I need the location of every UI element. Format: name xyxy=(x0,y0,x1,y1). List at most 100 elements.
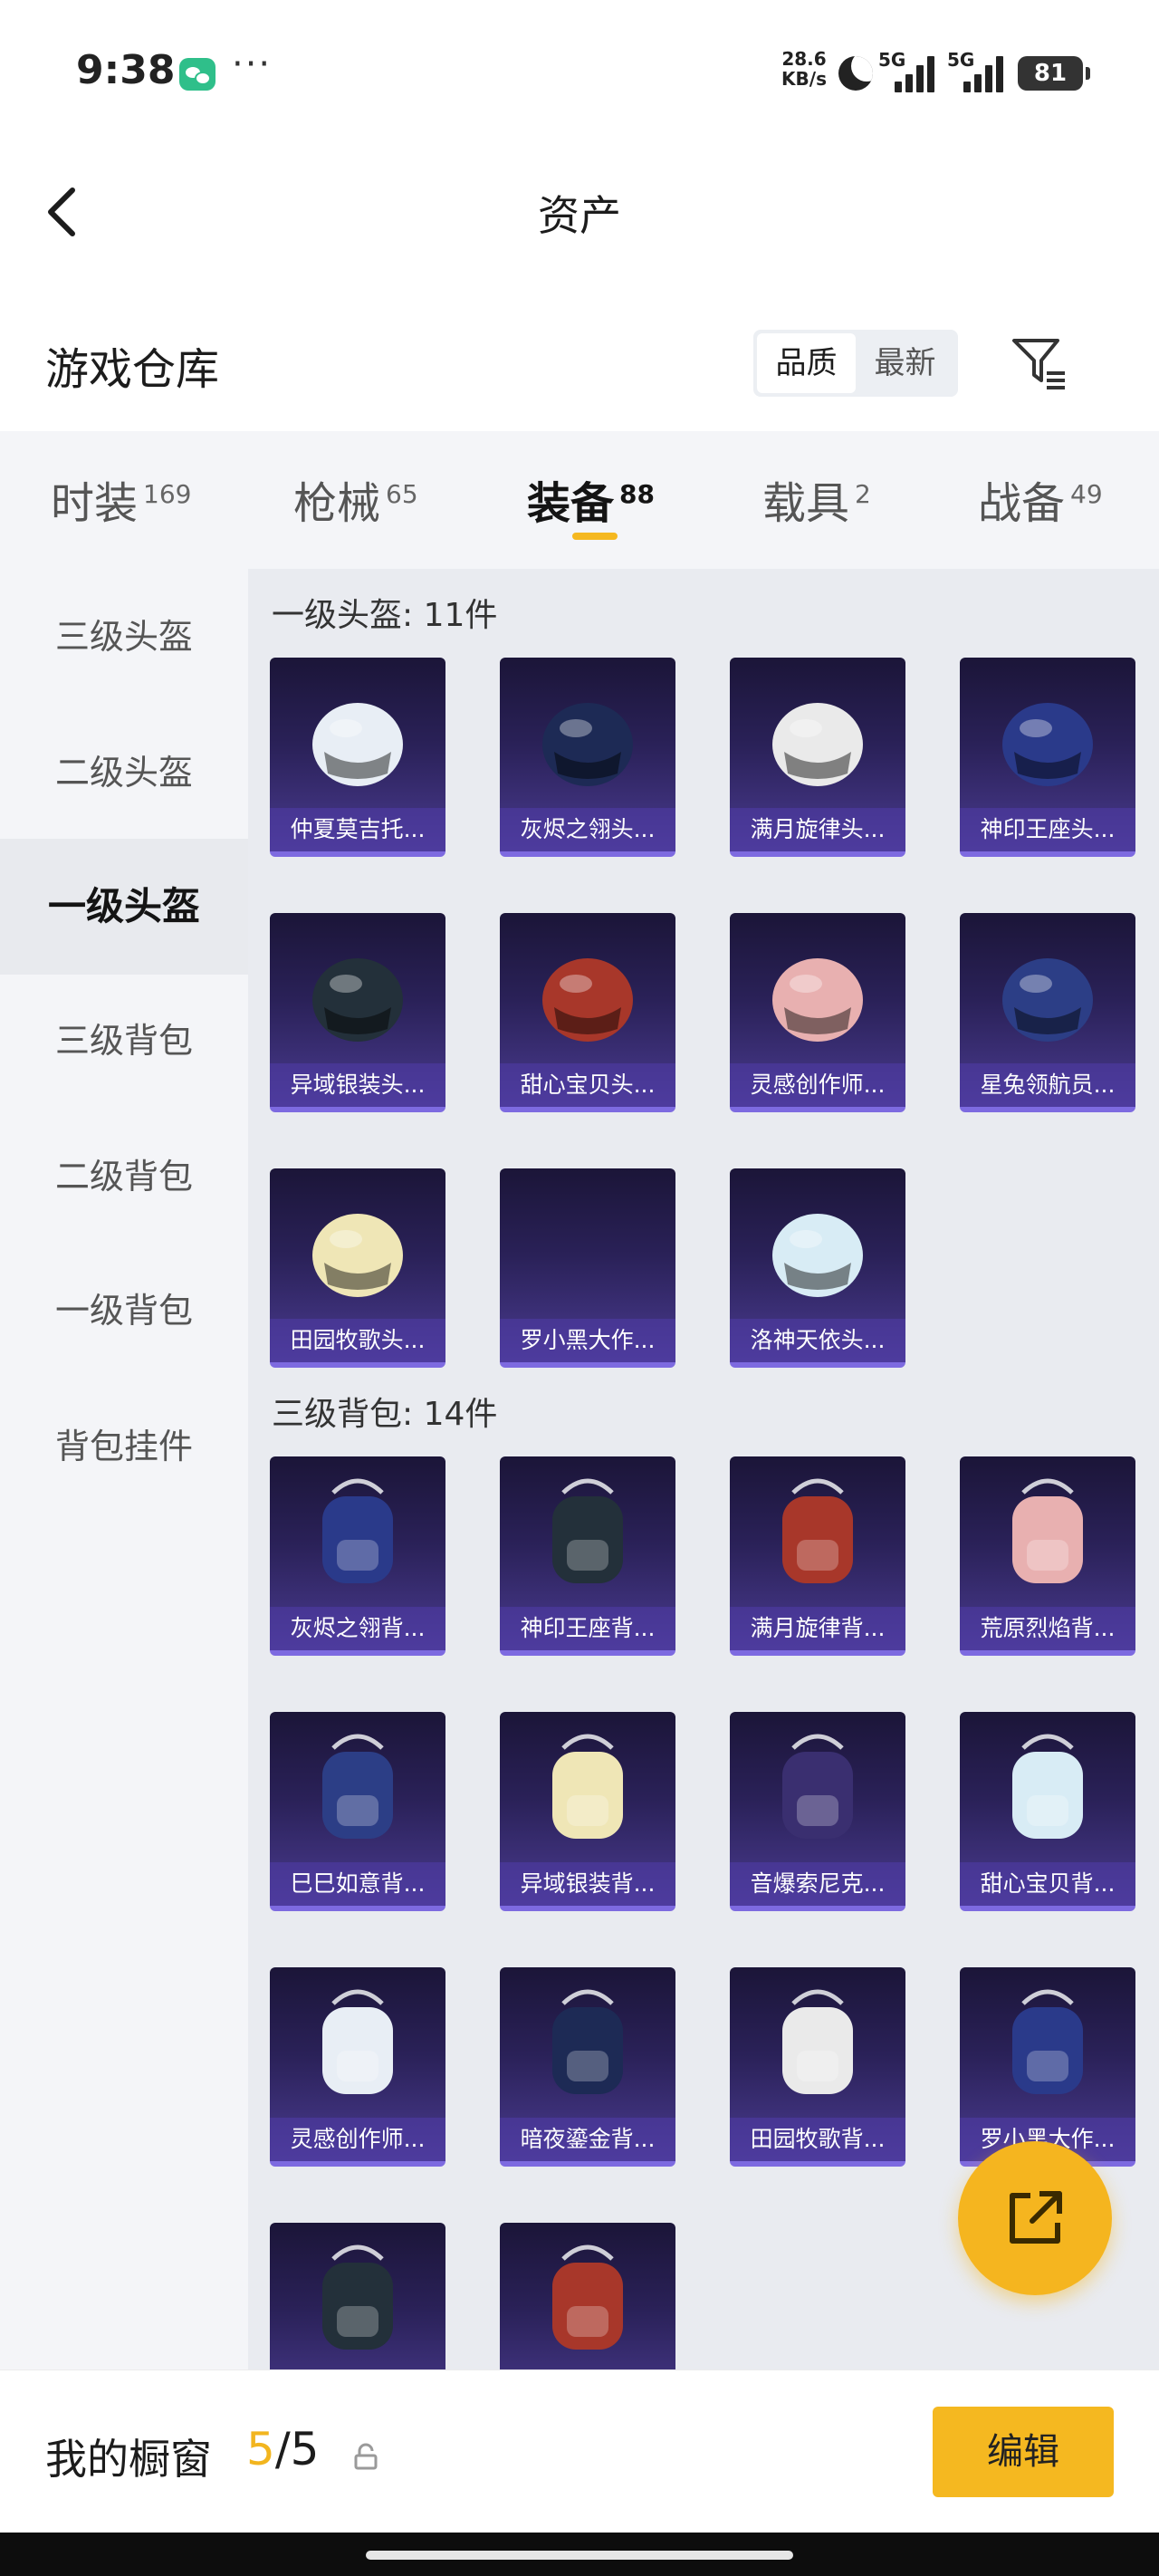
showcase-label: 我的橱窗 xyxy=(45,2435,212,2484)
tab-count: 49 xyxy=(1070,479,1103,509)
backpack-item-card[interactable] xyxy=(270,2223,445,2369)
backpack-item-card[interactable]: 灵感创作师... xyxy=(270,1967,445,2167)
item-name: 灰烬之翎头... xyxy=(500,808,675,851)
category-tabs: 时装 169 枪械 65 装备 88 载具 2 战备 49 xyxy=(0,431,1159,569)
signal-icon: 5G xyxy=(947,49,1003,92)
tab-label: 枪械 xyxy=(293,478,381,529)
item-grid-panel: 一级头盔: 11件 三级背包: 14件 仲夏莫吉托... 灰烬之翎头... 满月旋律… xyxy=(248,569,1159,2369)
moon-icon xyxy=(838,56,873,91)
item-name: 罗小黑大作... xyxy=(500,1319,675,1362)
item-name: 荒原烈焰背... xyxy=(960,1607,1135,1650)
backpack-item-card[interactable]: 罗小黑大作... xyxy=(960,1967,1135,2167)
tab-count: 169 xyxy=(143,479,192,509)
helmet-item-card[interactable]: 甜心宝贝头... xyxy=(500,913,675,1112)
battery-icon: 81 xyxy=(1018,56,1090,91)
edit-button[interactable]: 编辑 xyxy=(933,2407,1114,2497)
network-speed-value: 28.6 xyxy=(781,48,827,70)
backpack-icon xyxy=(552,1734,623,1839)
item-name: 异域银装背... xyxy=(500,1862,675,1906)
tab-vehicles[interactable]: 载具 2 xyxy=(762,467,871,531)
helmet-item-card[interactable]: 异域银装头... xyxy=(270,913,445,1112)
sort-quality-button[interactable]: 品质 xyxy=(757,333,856,393)
sort-newest-button[interactable]: 最新 xyxy=(856,333,954,393)
tab-equipment[interactable]: 装备 88 xyxy=(527,467,655,531)
item-name: 灵感创作师... xyxy=(730,1063,905,1107)
wechat-icon xyxy=(179,58,216,91)
backpack-icon xyxy=(782,1734,853,1839)
sort-toggle: 品质 最新 xyxy=(753,330,958,397)
sidebar-item[interactable]: 三级头盔 xyxy=(0,569,248,705)
item-name: 洛神天依头... xyxy=(730,1319,905,1362)
backpack-item-card[interactable]: 神印王座背... xyxy=(500,1456,675,1656)
helmet-icon xyxy=(312,703,403,786)
backpack-icon xyxy=(322,2244,393,2350)
showcase-count-separator: / xyxy=(274,2423,291,2475)
item-name: 星兔领航员... xyxy=(960,1063,1135,1107)
sidebar-item[interactable]: 三级背包 xyxy=(0,973,248,1109)
helmet-icon xyxy=(772,703,863,786)
network-speed: 28.6 KB/s xyxy=(777,49,831,89)
tab-label: 装备 xyxy=(527,478,615,529)
helmet-item-card[interactable]: 洛神天依头... xyxy=(730,1168,905,1368)
category-sidebar: 三级头盔 二级头盔 一级头盔 三级背包 二级背包 一级背包 背包挂件 xyxy=(0,569,248,2369)
backpack-item-card[interactable]: 甜心宝贝背... xyxy=(960,1712,1135,1911)
item-name: 神印王座头... xyxy=(960,808,1135,851)
helmet-item-card[interactable]: 罗小黑大作... xyxy=(500,1168,675,1368)
helmet-icon xyxy=(312,1214,403,1297)
helmet-item-card[interactable]: 田园牧歌头... xyxy=(270,1168,445,1368)
system-nav-bar xyxy=(0,2533,1159,2576)
helmet-icon xyxy=(772,958,863,1042)
sidebar-item[interactable]: 二级头盔 xyxy=(0,705,248,841)
signal-label: 5G xyxy=(878,49,906,71)
backpack-icon xyxy=(552,2244,623,2350)
helmet-item-card[interactable]: 灰烬之翎头... xyxy=(500,658,675,857)
helmet-item-card[interactable]: 灵感创作师... xyxy=(730,913,905,1112)
backpack-icon xyxy=(1012,1989,1083,2094)
sidebar-item-active[interactable]: 一级头盔 xyxy=(0,839,248,975)
helmet-icon xyxy=(542,703,633,786)
backpack-item-card[interactable]: 暗夜鎏金背... xyxy=(500,1967,675,2167)
backpack-item-card[interactable] xyxy=(500,2223,675,2369)
item-name: 甜心宝贝背... xyxy=(960,1862,1135,1906)
helmet-item-card[interactable]: 满月旋律头... xyxy=(730,658,905,857)
item-name: 灰烬之翎背... xyxy=(270,1607,445,1650)
backpack-item-card[interactable]: 灰烬之翎背... xyxy=(270,1456,445,1656)
status-bar: 9:38 ··· 28.6 KB/s 5G 5G 81 xyxy=(0,0,1159,145)
backpack-icon xyxy=(322,1478,393,1583)
tab-count: 65 xyxy=(386,479,418,509)
item-name: 暗夜鎏金背... xyxy=(500,2118,675,2161)
tab-label: 战备 xyxy=(978,478,1066,529)
helmet-icon xyxy=(312,958,403,1042)
share-external-icon xyxy=(1010,2191,1062,2244)
filter-icon[interactable] xyxy=(1011,333,1068,391)
item-name: 田园牧歌背... xyxy=(730,2118,905,2161)
sidebar-item[interactable]: 一级背包 xyxy=(0,1243,248,1379)
item-name: 仲夏莫吉托... xyxy=(270,808,445,851)
backpack-item-card[interactable]: 音爆索尼克... xyxy=(730,1712,905,1911)
item-name: 神印王座背... xyxy=(500,1607,675,1650)
backpack-item-card[interactable]: 巳巳如意背... xyxy=(270,1712,445,1911)
section-header: 一级头盔: 11件 xyxy=(272,597,498,634)
helmet-icon xyxy=(1002,958,1093,1042)
backpack-item-card[interactable]: 异域银装背... xyxy=(500,1712,675,1911)
tab-supplies[interactable]: 战备 49 xyxy=(978,467,1103,531)
helmet-item-card[interactable]: 星兔领航员... xyxy=(960,913,1135,1112)
backpack-item-card[interactable]: 荒原烈焰背... xyxy=(960,1456,1135,1656)
tab-fashion[interactable]: 时装 169 xyxy=(51,467,191,531)
item-name: 灵感创作师... xyxy=(270,2118,445,2161)
item-name: 甜心宝贝头... xyxy=(500,1063,675,1107)
tab-firearms[interactable]: 枪械 65 xyxy=(293,467,418,531)
helmet-icon xyxy=(772,1214,863,1297)
share-button[interactable] xyxy=(958,2141,1112,2295)
item-name: 巳巳如意背... xyxy=(270,1862,445,1906)
home-indicator[interactable] xyxy=(366,2551,793,2560)
backpack-item-card[interactable]: 田园牧歌背... xyxy=(730,1967,905,2167)
tab-count: 2 xyxy=(855,479,871,509)
item-name: 异域银装头... xyxy=(270,1063,445,1107)
helmet-item-card[interactable]: 神印王座头... xyxy=(960,658,1135,857)
helmet-item-card[interactable]: 仲夏莫吉托... xyxy=(270,658,445,857)
status-time: 9:38 xyxy=(76,47,176,93)
sidebar-item[interactable]: 背包挂件 xyxy=(0,1379,248,1514)
backpack-item-card[interactable]: 满月旋律背... xyxy=(730,1456,905,1656)
sidebar-item[interactable]: 二级背包 xyxy=(0,1109,248,1245)
